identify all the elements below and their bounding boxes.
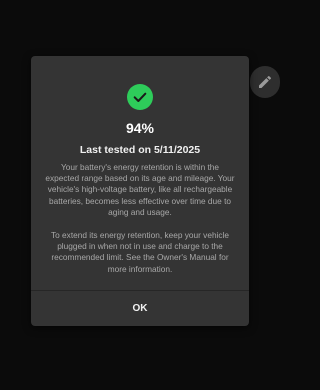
edit-button[interactable]	[250, 66, 280, 98]
check-circle-icon	[127, 84, 153, 110]
retention-percent: 94%	[125, 120, 155, 136]
screen: 94% Last tested on 5/11/2025 Your batter…	[0, 0, 280, 390]
ok-button[interactable]: OK	[31, 291, 249, 326]
retention-advice: To extend its energy retention, keep you…	[50, 230, 230, 274]
battery-retention-dialog: 94% Last tested on 5/11/2025 Your batter…	[31, 56, 249, 326]
pencil-icon	[259, 75, 272, 88]
checkmark-icon	[133, 92, 147, 102]
last-tested-text: Last tested on 5/11/2025	[79, 144, 201, 156]
retention-description: Your battery's energy retention is withi…	[45, 162, 235, 217]
